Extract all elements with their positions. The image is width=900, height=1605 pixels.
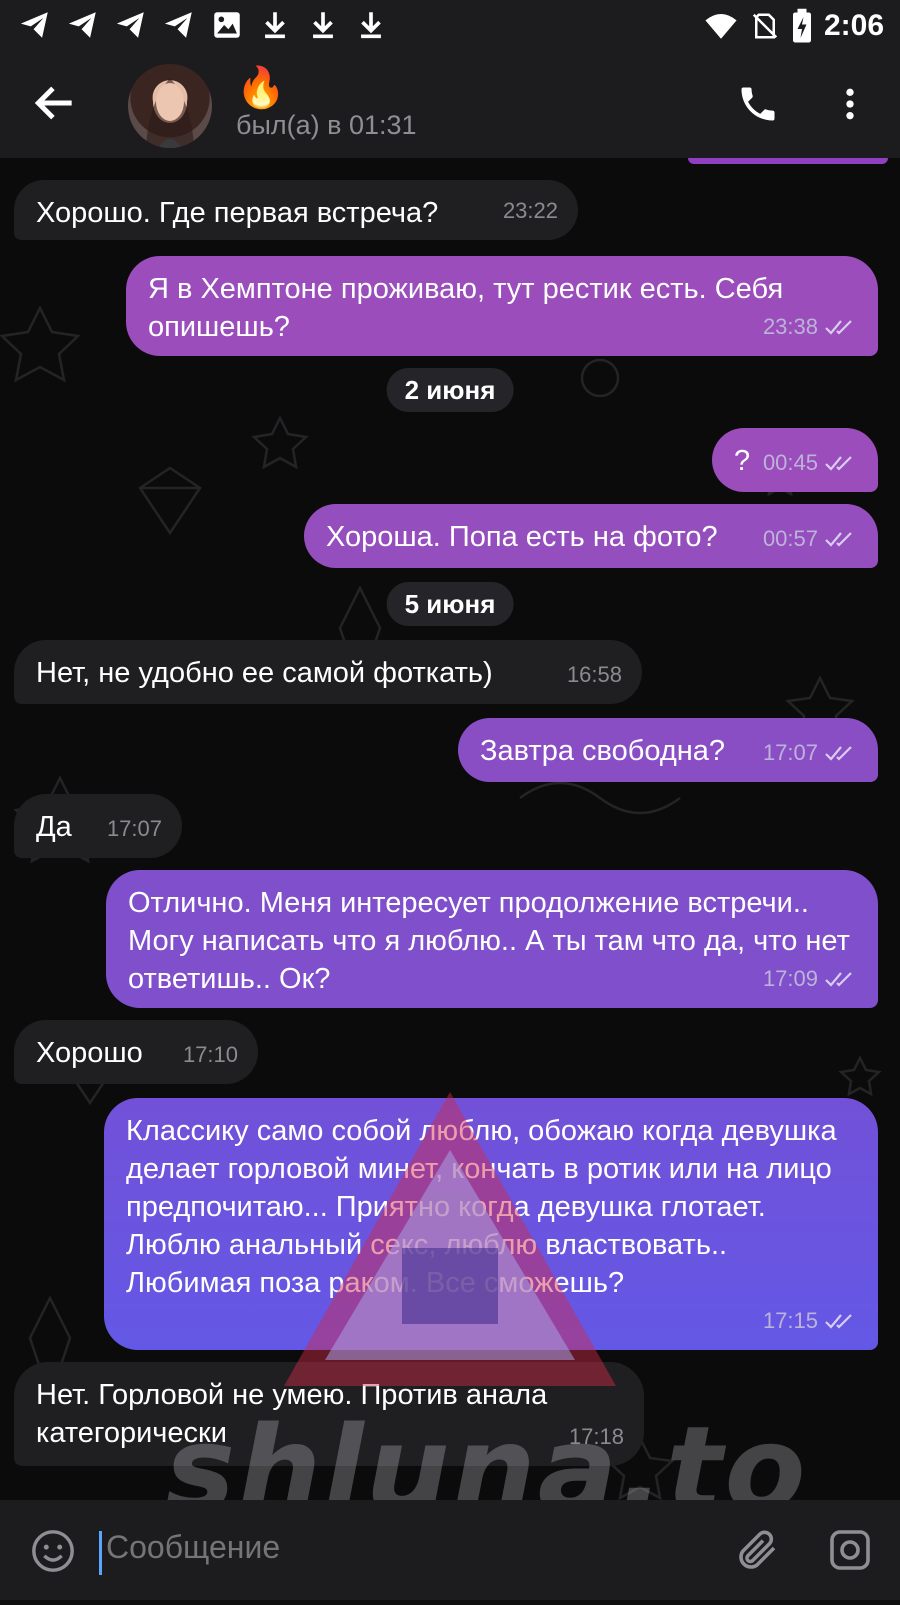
message-meta: 00:57: [763, 520, 858, 558]
message-time: 17:07: [762, 740, 818, 765]
emoji-icon[interactable]: [30, 1528, 76, 1574]
message-meta: 17:15: [763, 1302, 858, 1340]
message-time: 17:09: [762, 966, 818, 991]
double-check-icon: [825, 746, 852, 761]
download-icon: [313, 12, 333, 39]
telegram-icon: [20, 12, 48, 38]
incoming-message[interactable]: Нет. Горловой не умею. Против анала кате…: [14, 1362, 644, 1466]
outgoing-message[interactable]: Классику само собой люблю, обожаю когда …: [104, 1098, 878, 1350]
message-input[interactable]: [104, 1528, 708, 1567]
double-check-icon: [825, 532, 852, 547]
message-meta: 17:09: [763, 960, 858, 998]
chat-history[interactable]: Хорошо. Где первая встреча? 23:22 Я в Хе…: [0, 158, 900, 1500]
download-icon: [361, 12, 381, 39]
message-text: Отлично. Меня интересует продолжение вст…: [128, 887, 858, 995]
contact-name[interactable]: 🔥: [236, 66, 286, 110]
back-arrow-icon[interactable]: [30, 78, 80, 128]
message-meta: 16:58: [567, 656, 622, 694]
message-text: Завтра свободна?: [480, 735, 726, 767]
message-text: Да: [36, 811, 72, 843]
incoming-message[interactable]: Хорошо. Где первая встреча? 23:22: [14, 180, 578, 240]
message-composer: [0, 1500, 900, 1600]
battery-charging-icon: [792, 8, 811, 43]
outgoing-message[interactable]: Отлично. Меня интересует продолжение вст…: [106, 870, 878, 1008]
message-text: Хороша. Попа есть на фото?: [326, 521, 718, 553]
message-meta: 17:07: [763, 734, 858, 772]
double-check-icon: [825, 456, 852, 471]
message-meta: 23:38: [763, 308, 858, 346]
incoming-message[interactable]: Да 17:07: [14, 794, 182, 858]
message-meta: 00:45: [763, 444, 858, 482]
message-time: 17:18: [568, 1424, 624, 1449]
status-time: 2:06: [823, 9, 884, 42]
image-icon: [214, 12, 240, 38]
download-icon: [265, 12, 285, 39]
telegram-icon: [116, 12, 144, 38]
attach-icon[interactable]: [734, 1526, 782, 1574]
message-time: 17:07: [106, 816, 162, 841]
message-time: 00:57: [762, 526, 818, 551]
message-meta: 17:07: [107, 810, 162, 848]
double-check-icon: [825, 1314, 852, 1329]
outgoing-message[interactable]: Хороша. Попа есть на фото? 00:57: [304, 504, 878, 568]
outgoing-message[interactable]: Я в Хемптоне проживаю, тут рестик есть. …: [126, 256, 878, 356]
message-time: 23:22: [502, 198, 558, 223]
double-check-icon: [825, 320, 852, 335]
status-bar: 2:06: [0, 0, 900, 52]
outgoing-message[interactable]: Завтра свободна? 17:07: [458, 718, 878, 782]
no-sim-icon: [752, 13, 778, 39]
avatar[interactable]: [128, 64, 212, 148]
more-options-icon[interactable]: [830, 80, 870, 128]
telegram-icon: [68, 12, 96, 38]
phone-call-icon[interactable]: [736, 82, 780, 126]
date-separator: 2 июня: [386, 368, 514, 412]
message-text: Нет, не удобно ее самой фоткать): [36, 657, 493, 689]
incoming-message[interactable]: Хорошо 17:10: [14, 1020, 258, 1084]
message-meta: 17:18: [569, 1418, 624, 1456]
last-seen-status: был(а) в 01:31: [236, 110, 417, 140]
previous-message-edge: [688, 158, 888, 164]
double-check-icon: [825, 972, 852, 987]
message-meta: 23:22: [503, 192, 558, 230]
wifi-icon: [705, 13, 737, 39]
message-text: Хорошо. Где первая встреча?: [36, 197, 439, 229]
incoming-message[interactable]: Нет, не удобно ее самой фоткать) 16:58: [14, 640, 642, 704]
date-separator: 5 июня: [386, 582, 514, 626]
message-text: Нет. Горловой не умею. Против анала кате…: [36, 1379, 556, 1449]
message-time: 17:15: [762, 1308, 818, 1333]
message-time: 17:10: [182, 1042, 238, 1067]
message-text: Хорошо: [36, 1037, 143, 1069]
telegram-icon: [164, 12, 192, 38]
system-icons: 2:06: [702, 4, 884, 48]
chat-header: 🔥 был(а) в 01:31: [0, 52, 900, 158]
notification-icons: [18, 8, 388, 42]
message-text: Классику само собой люблю, обожаю когда …: [126, 1115, 845, 1299]
message-text: Я в Хемптоне проживаю, тут рестик есть. …: [148, 273, 792, 343]
outgoing-message[interactable]: ? 00:45: [712, 428, 878, 492]
text-cursor: [99, 1531, 102, 1575]
message-meta: 17:10: [183, 1036, 238, 1074]
message-time: 23:38: [762, 314, 818, 339]
message-time: 16:58: [566, 662, 622, 687]
camera-icon[interactable]: [826, 1526, 874, 1574]
message-time: 00:45: [762, 450, 818, 475]
message-text: ?: [734, 445, 751, 477]
